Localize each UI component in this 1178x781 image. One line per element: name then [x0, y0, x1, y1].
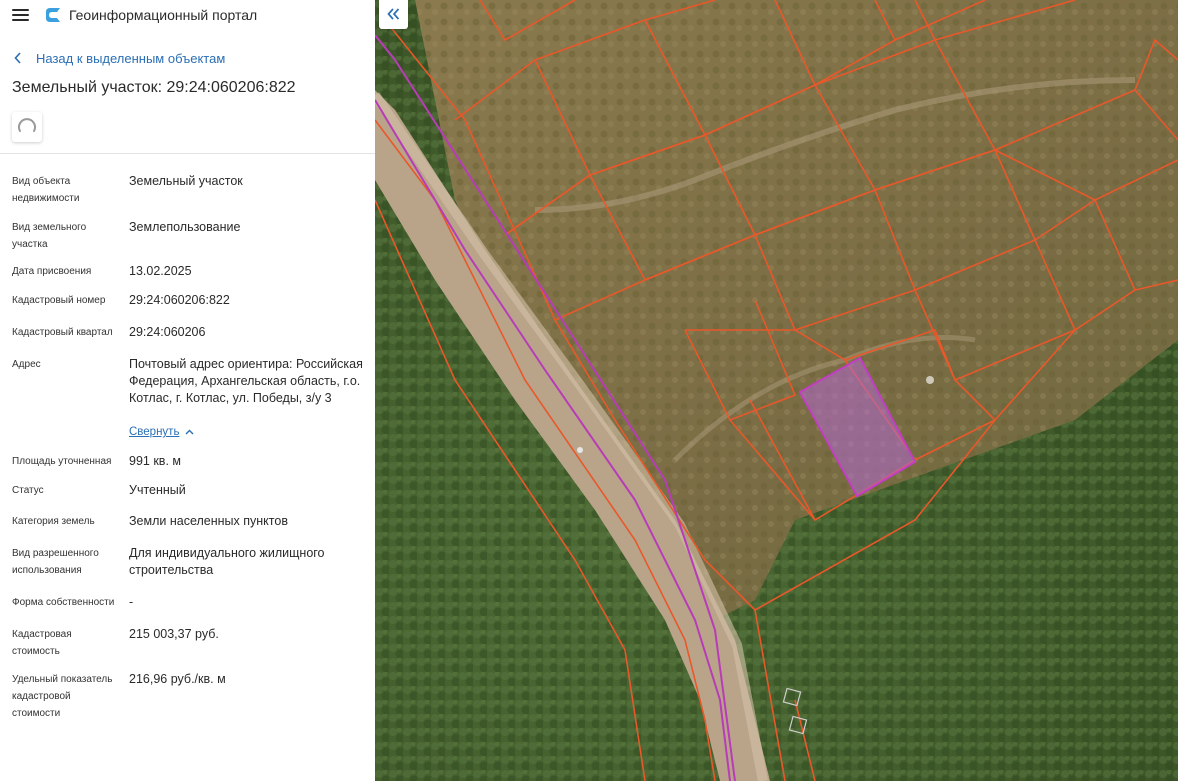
property-value: 29:24:060206 [129, 325, 206, 339]
back-link-label: Назад к выделенным объектам [36, 50, 226, 66]
property-label: Вид земельного участка [12, 222, 87, 250]
property-value: 216,96 руб./кв. м [129, 672, 226, 686]
property-label: Вид объекта недвижимости [12, 176, 80, 204]
property-value: 13.02.2025 [129, 264, 192, 278]
property-label: Форма собственности [12, 597, 115, 608]
property-label: Статус [12, 485, 44, 496]
property-label: Категория земель [12, 516, 95, 527]
property-value: 215 003,37 руб. [129, 627, 219, 641]
property-label: Дата присвоения [12, 266, 92, 277]
app-title: Геоинформационный портал [69, 7, 258, 23]
satellite-imagery [375, 0, 1178, 781]
property-label: Удельный показатель кадастровой стоимост… [12, 674, 113, 719]
property-label: Кадастровый квартал [12, 327, 113, 338]
hamburger-menu-icon[interactable] [12, 8, 29, 22]
collapse-panel-button[interactable] [379, 0, 408, 29]
chevron-left-icon [14, 52, 21, 64]
map-view[interactable] [375, 0, 1178, 781]
property-label: Кадастровый номер [12, 295, 106, 306]
property-label: Кадастровая стоимость [12, 629, 72, 657]
property-label: Вид разрешенного использования [12, 548, 99, 576]
property-value: - [129, 595, 134, 609]
object-thumbnail [12, 112, 42, 142]
chevron-up-icon [185, 429, 194, 435]
double-chevron-left-icon [387, 8, 400, 20]
object-title: Земельный участок: 29:24:060206:822 [12, 79, 296, 96]
divider [0, 153, 375, 154]
top-bar: Геоинформационный портал [0, 0, 375, 32]
property-label: Адрес [12, 359, 41, 370]
property-label: Площадь уточненная [12, 456, 112, 467]
collapse-address-label: Свернуть [129, 426, 180, 438]
info-panel: Геоинформационный портал Назад к выделен… [0, 0, 375, 781]
property-value: Земельный участок [129, 174, 243, 188]
property-value: Земли населенных пунктов [129, 514, 288, 528]
collapse-address-link[interactable]: Свернуть [129, 426, 194, 438]
property-value: Почтовый адрес ориентира: Российская Фед… [129, 357, 363, 405]
property-value: Учтенный [129, 483, 186, 497]
back-to-selection-link[interactable]: Назад к выделенным объектам [14, 49, 225, 67]
loading-spinner-icon [18, 118, 36, 132]
property-value: Для индивидуального жилищного строительс… [129, 546, 325, 577]
property-value: Землепользование [129, 220, 241, 234]
property-value: 991 кв. м [129, 454, 181, 468]
portal-logo-icon [46, 8, 60, 22]
property-value: 29:24:060206:822 [129, 293, 230, 307]
